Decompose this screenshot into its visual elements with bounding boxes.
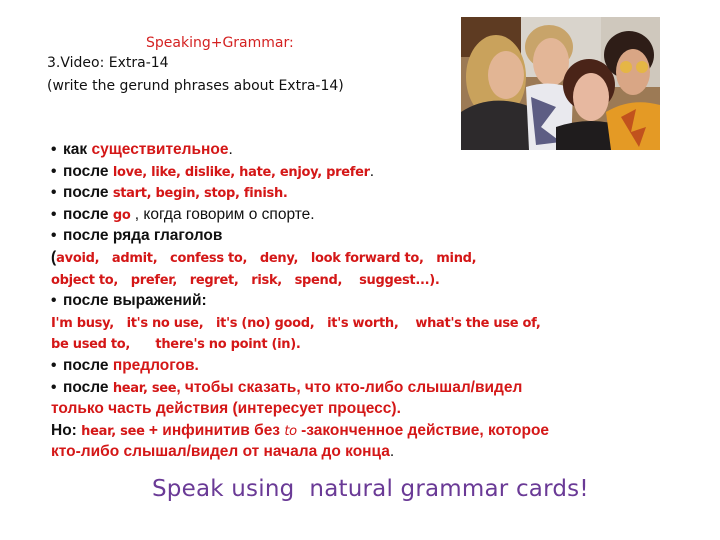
expression-list: I'm busy, it's no use, it's (no) good, i… xyxy=(51,315,541,331)
rule-keyword: существительное xyxy=(91,141,229,158)
verb-list: hear, see xyxy=(112,380,177,396)
bullet: • xyxy=(51,141,57,158)
rule-prefix: после ряда глаголов xyxy=(63,227,223,245)
verb-list-line-1: (avoid, admit, confess to, deny, look fo… xyxy=(51,247,691,269)
task-instruction: (write the gerund phrases about Extra-14… xyxy=(47,78,344,94)
rule-note: + инфинитив без xyxy=(144,421,285,439)
punctuation: . xyxy=(389,443,395,461)
verb-list: hear, see xyxy=(81,423,145,439)
expression-list-line-2: be used to, there's no point (in). xyxy=(51,333,691,355)
bullet: • xyxy=(51,205,57,223)
bullet: • xyxy=(51,184,57,202)
rule-note: , чтобы сказать, что кто-либо слышал/вид… xyxy=(176,378,523,396)
expression-list: be used to, there's no point (in). xyxy=(51,337,301,353)
rule-after-go: • после go , когда говорим о спорте. xyxy=(51,204,691,226)
verb-list: object to, prefer, regret, risk, spend, … xyxy=(51,272,440,288)
rule-keyword: предлогов. xyxy=(112,356,199,374)
particle-to: to xyxy=(284,423,297,439)
rule-hear-see-complete: Но: hear, see + инфинитив без to -законч… xyxy=(51,420,691,442)
punctuation: . xyxy=(369,162,375,180)
rule-note: только часть действия (интересует процес… xyxy=(51,400,401,418)
bullet: • xyxy=(51,378,57,396)
rule-prefix: после xyxy=(63,162,113,180)
rule-after-verbs-heading: • после ряда глаголов xyxy=(51,225,691,247)
but-label: Но xyxy=(51,421,72,439)
rule-note: -законченное действие, которое xyxy=(296,421,550,439)
verb-list-line-2: object to, prefer, regret, risk, spend, … xyxy=(51,269,691,291)
rule-after-expressions-heading: • после выражений: xyxy=(51,290,691,312)
rule-prefix: как xyxy=(63,141,92,158)
bullet: • xyxy=(51,292,57,310)
bullet: • xyxy=(51,356,57,374)
rule-note: , когда говорим о спорте. xyxy=(130,205,315,223)
slide-title: Speaking+Grammar: xyxy=(146,35,294,51)
grammar-rules: • как существительное. • после love, like,… xyxy=(51,139,691,463)
punctuation: . xyxy=(228,141,233,158)
verb-list: avoid, admit, confess to, deny, look for… xyxy=(56,250,477,266)
rule-prefix: после xyxy=(63,378,113,396)
photo-image-icon xyxy=(461,17,660,150)
rule-after-prepositions: • после предлогов. xyxy=(51,355,691,377)
rule-hear-see-process-cont: только часть действия (интересует процес… xyxy=(51,398,691,420)
rule-as-noun: • как существительное. xyxy=(51,139,691,161)
rule-after-phase-verbs: • после start, begin, stop, finish. xyxy=(51,182,691,204)
rule-note: кто-либо слышал/видел от начала до конца xyxy=(51,443,390,461)
rule-prefix: после xyxy=(63,356,113,374)
footer-call-to-action: Speak using natural grammar cards! xyxy=(152,476,589,502)
rule-prefix: после xyxy=(63,205,113,223)
rule-prefix: после xyxy=(63,184,113,202)
verb-list: start, begin, stop, finish. xyxy=(112,186,288,202)
rule-hear-see-complete-cont: кто-либо слышал/видел от начала до конца… xyxy=(51,441,691,463)
cast-photo xyxy=(461,17,660,150)
video-label: 3.Video: Extra-14 xyxy=(47,55,169,71)
rule-hear-see-process: • после hear, see, чтобы сказать, что кто… xyxy=(51,377,691,399)
rule-after-preference-verbs: • после love, like, dislike, hate, enjoy,… xyxy=(51,161,691,183)
bullet: • xyxy=(51,162,57,180)
rule-prefix: после выражений: xyxy=(63,292,207,310)
verb-go: go xyxy=(112,207,131,223)
bullet: • xyxy=(51,227,57,245)
punctuation: : xyxy=(71,421,82,439)
verb-list: love, like, dislike, hate, enjoy, prefer xyxy=(112,164,370,180)
expression-list-line-1: I'm busy, it's no use, it's (no) good, i… xyxy=(51,312,691,334)
